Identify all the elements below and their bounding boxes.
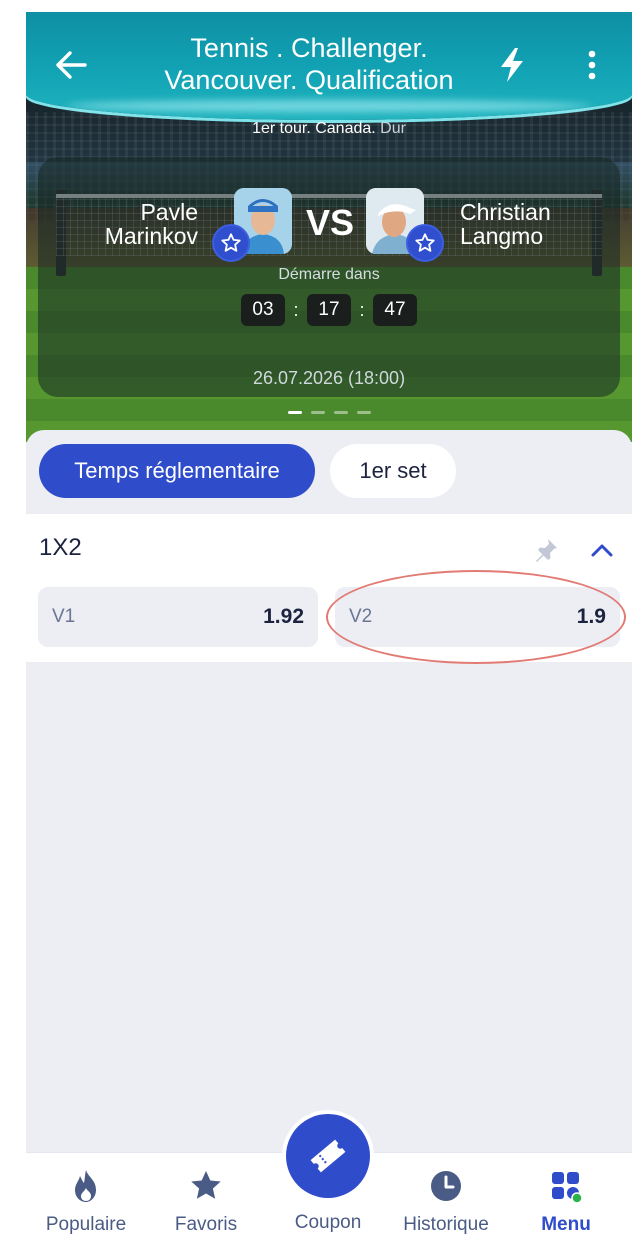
countdown-timer: 03 : 17 : 47 xyxy=(26,294,632,326)
carousel-dot[interactable] xyxy=(310,411,325,414)
nav-label: Menu xyxy=(541,1214,591,1235)
coupon-button[interactable] xyxy=(286,1114,370,1198)
nav-item-history[interactable]: Historique xyxy=(386,1166,506,1236)
ticket-icon xyxy=(310,1139,346,1173)
starts-in-label: Démarre dans xyxy=(278,266,380,283)
nav-label: Favoris xyxy=(174,1214,238,1235)
page-title: Tennis . Challenger. Vancouver. Qualific… xyxy=(116,32,502,96)
title-line-1: Tennis . Challenger. xyxy=(190,33,428,63)
title-line-2: Vancouver. Qualification xyxy=(164,65,454,95)
flame-icon xyxy=(66,1166,106,1206)
player2-favorite-button[interactable] xyxy=(406,224,444,262)
tab-regular-time[interactable]: Temps réglementaire xyxy=(39,444,315,498)
versus-label: VS xyxy=(305,202,355,243)
grid-icon xyxy=(546,1166,586,1206)
more-vertical-icon xyxy=(588,50,596,80)
market-title: 1X2 xyxy=(39,534,82,561)
nav-item-popular[interactable]: Populaire xyxy=(26,1166,146,1236)
odd-label: V1 xyxy=(52,606,76,627)
odd-value: 1.92 xyxy=(263,605,304,628)
nav-item-coupon-label[interactable]: Coupon xyxy=(266,1212,390,1234)
player1-first-name: Pavle xyxy=(140,199,198,225)
player2-first-name: Christian xyxy=(460,199,551,225)
odd-label: V2 xyxy=(349,606,373,627)
player1-favorite-button[interactable] xyxy=(212,224,250,262)
round-location: 1er tour. Canada. xyxy=(252,120,381,137)
nav-item-favorites[interactable]: Favoris xyxy=(146,1166,266,1236)
carousel-dot[interactable] xyxy=(356,411,371,414)
match-header-banner: Tennis . Challenger. Vancouver. Qualific… xyxy=(26,12,632,442)
match-datetime: 26.07.2026 (18:00) xyxy=(252,368,406,388)
countdown-separator: : xyxy=(359,299,365,320)
tournament-subtitle: 1er tour. Canada. Dur xyxy=(26,120,632,138)
app-screen: Tennis . Challenger. Vancouver. Qualific… xyxy=(26,12,632,1250)
clock-icon xyxy=(426,1166,466,1206)
nav-label: Populaire xyxy=(45,1214,127,1235)
top-bar-glow xyxy=(66,100,592,112)
arrow-left-icon xyxy=(56,51,87,79)
countdown-separator: : xyxy=(293,299,299,320)
player2-name: Christian Langmo xyxy=(460,200,610,248)
pin-icon xyxy=(536,539,557,562)
collapse-market-button[interactable] xyxy=(584,532,620,568)
back-button[interactable] xyxy=(48,42,94,88)
live-flash-button[interactable] xyxy=(490,42,534,88)
carousel-dot[interactable] xyxy=(287,411,302,414)
star-icon xyxy=(186,1166,226,1206)
star-outline-icon xyxy=(415,233,435,252)
player1-last-name: Marinkov xyxy=(104,223,198,249)
countdown-hours: 03 xyxy=(241,294,285,326)
more-options-button[interactable] xyxy=(574,42,610,88)
tab-first-set[interactable]: 1er set xyxy=(330,444,456,498)
player2-last-name: Langmo xyxy=(460,223,544,249)
odd-value: 1.9 xyxy=(576,605,606,628)
carousel-indicator xyxy=(26,411,632,414)
player1-name: Pavle Marinkov xyxy=(86,200,198,248)
countdown-minutes: 17 xyxy=(307,294,351,326)
lightning-icon xyxy=(501,48,523,82)
star-outline-icon xyxy=(221,233,241,252)
carousel-dot[interactable] xyxy=(333,411,348,414)
nav-label: Historique xyxy=(403,1214,489,1235)
nav-item-menu[interactable]: Menu xyxy=(506,1166,626,1236)
surface-label: Dur xyxy=(380,120,406,137)
chevron-up-icon xyxy=(591,544,613,557)
odd-button-v2[interactable]: V2 1.9 xyxy=(335,587,620,647)
countdown-seconds: 47 xyxy=(373,294,417,326)
pin-market-button[interactable] xyxy=(528,532,564,568)
odd-button-v1[interactable]: V1 1.92 xyxy=(38,587,318,647)
